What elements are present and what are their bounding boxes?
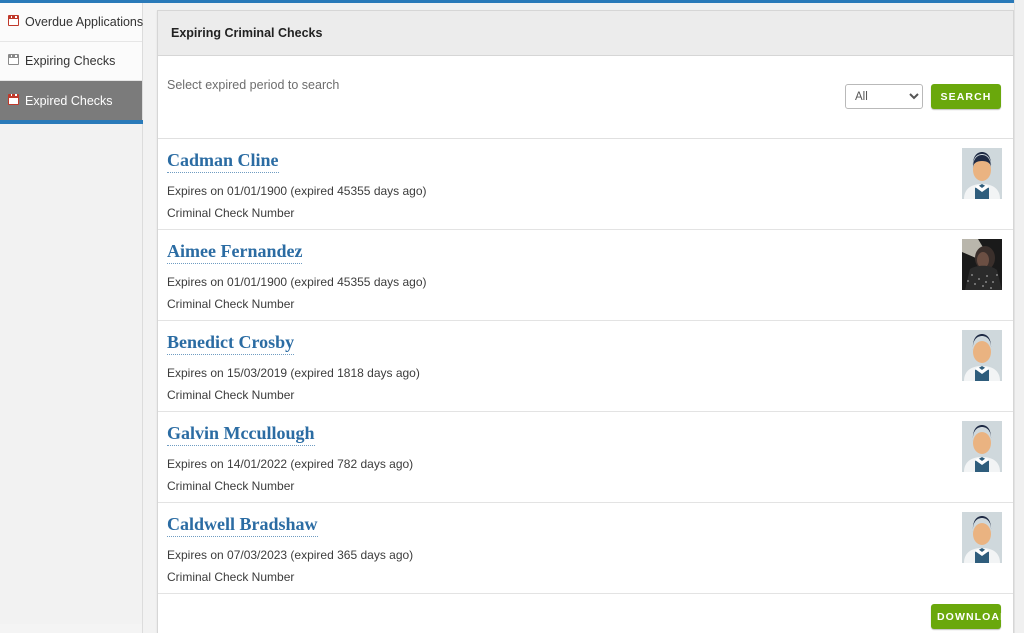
avatar — [962, 330, 1002, 381]
sidebar: Overdue Applications Expiring Checks Exp… — [0, 3, 143, 633]
panel-title: Expiring Criminal Checks — [158, 11, 1013, 56]
person-name-link[interactable]: Aimee Fernandez — [167, 241, 303, 264]
criminal-check-number-label: Criminal Check Number — [167, 570, 295, 584]
sidebar-item-label: Overdue Applications — [25, 15, 144, 29]
avatar — [962, 239, 1002, 290]
result-row: Cadman Cline Expires on 01/01/1900 (expi… — [158, 139, 1013, 230]
expiry-text: Expires on 07/03/2023 (expired 365 days … — [167, 548, 414, 562]
search-button[interactable]: SEARCH — [931, 84, 1001, 109]
result-row: Aimee Fernandez Expires on 01/01/1900 (e… — [158, 230, 1013, 321]
calendar-icon — [8, 93, 19, 108]
search-instruction-label: Select expired period to search — [167, 78, 340, 92]
search-row: Select expired period to search All SEAR… — [158, 56, 1013, 139]
sidebar-empty-area — [0, 124, 142, 624]
person-name-link[interactable]: Cadman Cline — [167, 150, 279, 173]
sidebar-item-overdue-applications[interactable]: Overdue Applications — [0, 3, 144, 42]
expiry-text: Expires on 14/01/2022 (expired 782 days … — [167, 457, 414, 471]
criminal-check-number-label: Criminal Check Number — [167, 479, 295, 493]
result-row: Benedict Crosby Expires on 15/03/2019 (e… — [158, 321, 1013, 412]
criminal-check-number-label: Criminal Check Number — [167, 206, 295, 220]
page-scrollbar[interactable] — [1014, 0, 1024, 633]
sidebar-item-expired-checks[interactable]: Expired Checks — [0, 81, 142, 120]
expiring-criminal-checks-panel: Expiring Criminal Checks Select expired … — [157, 10, 1014, 633]
sidebar-item-label: Expiring Checks — [25, 54, 116, 68]
expired-period-select[interactable]: All — [845, 84, 923, 109]
sidebar-item-expiring-checks[interactable]: Expiring Checks — [0, 42, 142, 81]
expiry-text: Expires on 01/01/1900 (expired 45355 day… — [167, 184, 427, 198]
search-controls: All SEARCH — [845, 84, 1001, 109]
person-name-link[interactable]: Benedict Crosby — [167, 332, 295, 355]
results-list: Cadman Cline Expires on 01/01/1900 (expi… — [158, 139, 1013, 594]
top-accent-bar — [0, 0, 1020, 3]
avatar — [962, 421, 1002, 472]
expiry-text: Expires on 01/01/1900 (expired 45355 day… — [167, 275, 427, 289]
avatar — [962, 148, 1002, 199]
result-row: Caldwell Bradshaw Expires on 07/03/2023 … — [158, 503, 1013, 594]
criminal-check-number-label: Criminal Check Number — [167, 388, 295, 402]
expiry-text: Expires on 15/03/2019 (expired 1818 days… — [167, 366, 420, 380]
avatar — [962, 512, 1002, 563]
person-name-link[interactable]: Galvin Mccullough — [167, 423, 315, 446]
criminal-check-number-label: Criminal Check Number — [167, 297, 295, 311]
result-row: Galvin Mccullough Expires on 14/01/2022 … — [158, 412, 1013, 503]
calendar-icon — [8, 15, 19, 29]
sidebar-item-label: Expired Checks — [25, 93, 113, 108]
person-name-link[interactable]: Caldwell Bradshaw — [167, 514, 318, 537]
panel-footer: DOWNLOAD — [158, 594, 1013, 633]
app-root: Overdue Applications Expiring Checks Exp… — [0, 0, 1024, 633]
download-button[interactable]: DOWNLOAD — [931, 604, 1008, 629]
calendar-icon — [8, 54, 19, 68]
